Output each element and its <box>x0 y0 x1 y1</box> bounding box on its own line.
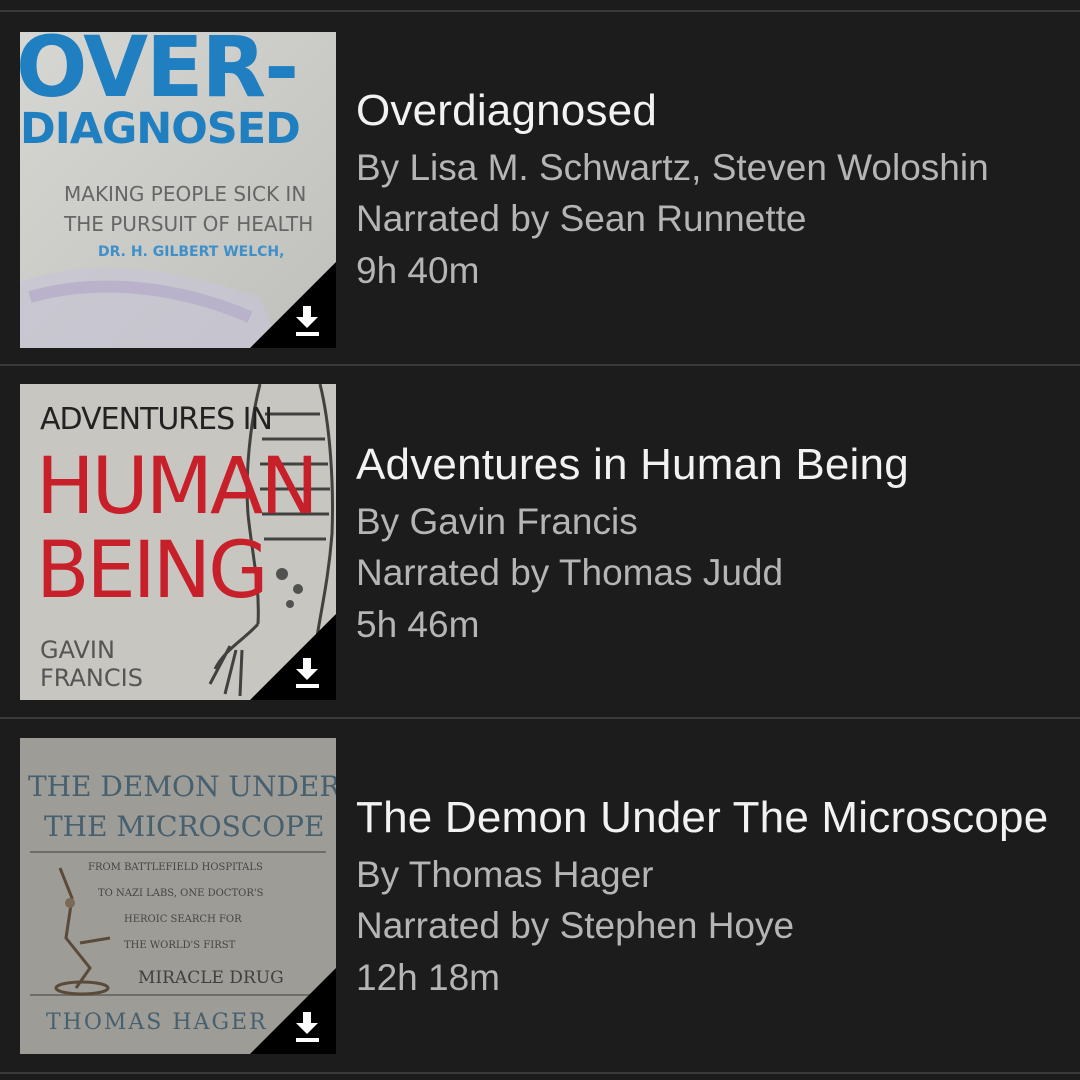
book-cover[interactable]: THE DEMON UNDER THE MICROSCOPE FROM BATT… <box>20 738 336 1054</box>
cover-text: FROM BATTLEFIELD HOSPITALS <box>88 862 263 873</box>
cover-text: THE MICROSCOPE <box>44 810 325 843</box>
book-duration: 12h 18m <box>356 957 500 998</box>
book-duration: 9h 40m <box>356 250 480 291</box>
cover-text: HUMAN <box>36 442 319 532</box>
book-title: Adventures in Human Being <box>356 440 909 489</box>
row-separator <box>0 1072 1080 1074</box>
cover-text: GAVIN <box>40 636 115 664</box>
book-cover[interactable]: ADVENTURES IN HUMAN BEING GAVIN FRANCIS <box>20 384 336 700</box>
audiobook-row[interactable]: THE DEMON UNDER THE MICROSCOPE FROM BATT… <box>0 719 1080 1072</box>
book-title: The Demon Under The Microscope <box>356 793 1049 842</box>
download-badge[interactable] <box>250 614 336 700</box>
audiobook-row[interactable]: ADVENTURES IN HUMAN BEING GAVIN FRANCIS … <box>0 366 1080 719</box>
cover-text: DIAGNOSED <box>20 104 301 154</box>
cover-text: BEING <box>36 526 269 616</box>
download-icon <box>250 614 336 700</box>
cover-text: DR. H. GILBERT WELCH, <box>98 244 285 260</box>
cover-text: THE PURSUIT OF HEALTH <box>64 212 314 236</box>
book-author: By Gavin Francis <box>356 501 638 542</box>
book-info: The Demon Under The Microscope By Thomas… <box>356 719 1080 1072</box>
book-title: Overdiagnosed <box>356 86 658 135</box>
audiobook-row[interactable]: OVER- DIAGNOSED MAKING PEOPLE SICK IN TH… <box>0 12 1080 365</box>
download-icon <box>250 262 336 348</box>
cover-text: MAKING PEOPLE SICK IN <box>64 182 307 206</box>
audiobook-list: OVER- DIAGNOSED MAKING PEOPLE SICK IN TH… <box>0 0 1080 1080</box>
book-author: By Thomas Hager <box>356 854 654 895</box>
cover-text: HEROIC SEARCH FOR <box>124 914 242 925</box>
download-icon <box>250 968 336 1054</box>
book-info: Adventures in Human Being By Gavin Franc… <box>356 366 1080 719</box>
cover-text: ADVENTURES IN <box>40 402 273 437</box>
book-author: By Lisa M. Schwartz, Steven Woloshin <box>356 147 989 188</box>
download-badge[interactable] <box>250 262 336 348</box>
cover-text: THE WORLD'S FIRST <box>124 940 236 951</box>
download-badge[interactable] <box>250 968 336 1054</box>
book-narrator: Narrated by Stephen Hoye <box>356 905 795 946</box>
cover-text: FRANCIS <box>40 664 143 692</box>
book-narrator: Narrated by Sean Runnette <box>356 198 807 239</box>
book-cover[interactable]: OVER- DIAGNOSED MAKING PEOPLE SICK IN TH… <box>20 32 336 348</box>
cover-text: TO NAZI LABS, ONE DOCTOR'S <box>98 888 264 899</box>
cover-text: THE DEMON UNDER <box>28 770 336 803</box>
book-info: Overdiagnosed By Lisa M. Schwartz, Steve… <box>356 12 1080 365</box>
book-narrator: Narrated by Thomas Judd <box>356 552 784 593</box>
cover-text: THOMAS HAGER <box>46 1010 268 1035</box>
book-duration: 5h 46m <box>356 604 480 645</box>
